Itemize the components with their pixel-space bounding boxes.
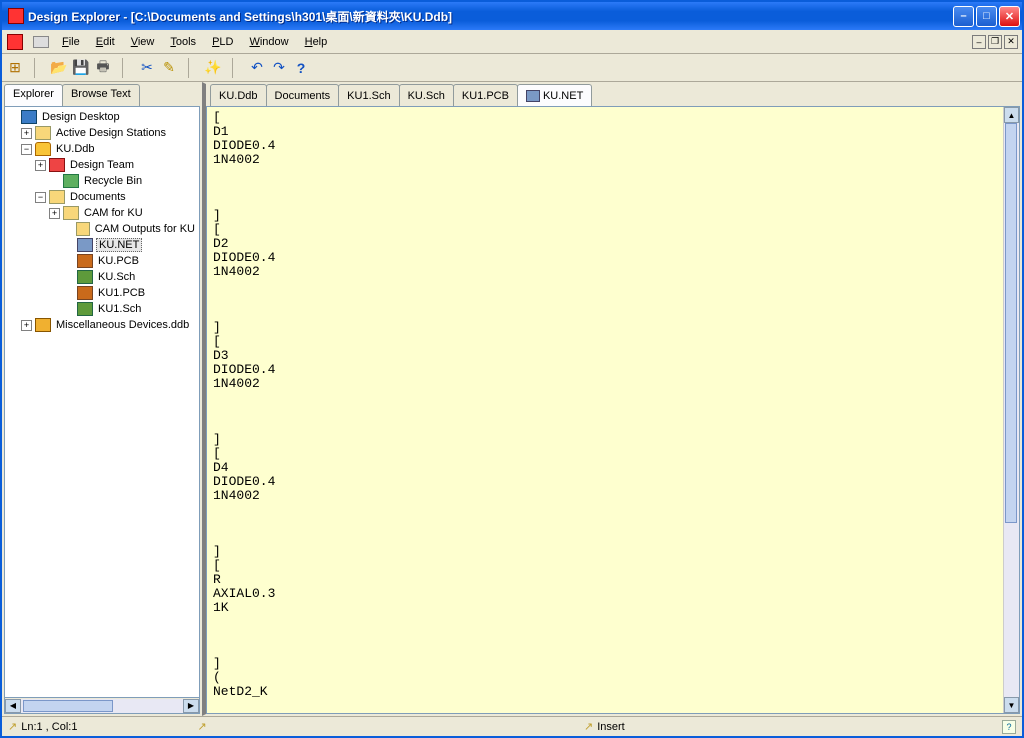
app-icon xyxy=(8,8,24,24)
tree-view[interactable]: Design Desktop + Active Design Stations −… xyxy=(4,106,200,698)
tab-browse-text[interactable]: Browse Text xyxy=(62,84,140,106)
status-cursor-icon: ↗ xyxy=(8,720,17,733)
tree-design-team[interactable]: Design Team xyxy=(68,159,136,171)
tree-hscrollbar[interactable]: ◀ ▶ xyxy=(4,698,200,714)
tree-ku-net[interactable]: KU.NET xyxy=(96,238,142,252)
print-icon[interactable]: 🖶 xyxy=(94,59,112,77)
tree-ku-ddb[interactable]: KU.Ddb xyxy=(54,143,97,155)
status-insert-mode: Insert xyxy=(597,721,625,733)
mdi-restore[interactable]: ❐ xyxy=(988,35,1002,49)
statusbar: ↗ Ln:1 , Col:1 ↗ ↗ Insert ? xyxy=(2,716,1022,736)
maximize-button[interactable]: □ xyxy=(976,6,997,27)
scroll-right-icon[interactable]: ▶ xyxy=(183,699,199,713)
titlebar: Design Explorer - [C:\Documents and Sett… xyxy=(2,2,1022,30)
expand-icon[interactable]: + xyxy=(21,320,32,331)
editor-content[interactable]: [ D1 DIODE0.4 1N4002 ] [ D2 DIODE0.4 1N4… xyxy=(207,107,1003,713)
status-help-icon[interactable]: ? xyxy=(1002,720,1016,734)
tree-documents[interactable]: Documents xyxy=(68,191,128,203)
explorer-pane: Explorer Browse Text Design Desktop + Act… xyxy=(2,82,202,716)
scroll-down-icon[interactable]: ▼ xyxy=(1004,697,1019,713)
text-editor[interactable]: [ D1 DIODE0.4 1N4002 ] [ D2 DIODE0.4 1N4… xyxy=(206,106,1020,714)
menu-app-icon[interactable] xyxy=(6,33,24,51)
help-icon[interactable]: ? xyxy=(292,59,310,77)
status-insert-icon: ↗ xyxy=(584,720,593,733)
expand-icon[interactable]: + xyxy=(49,208,60,219)
tree-cam-for-ku[interactable]: CAM for KU xyxy=(82,207,145,219)
toolbar: ⊞ 📂 💾 🖶 ✂ ✎ ✨ ↶ ↷ ? xyxy=(2,54,1022,82)
doctab-ku1-pcb[interactable]: KU1.PCB xyxy=(453,84,518,106)
open-icon[interactable]: 📂 xyxy=(50,59,68,77)
editor-vscrollbar[interactable]: ▲ ▼ xyxy=(1003,107,1019,713)
menu-pld[interactable]: PLD xyxy=(208,34,237,50)
save-icon[interactable]: 💾 xyxy=(72,59,90,77)
collapse-icon[interactable]: − xyxy=(21,144,32,155)
document-pane: KU.Ddb Documents KU1.Sch KU.Sch KU1.PCB … xyxy=(202,82,1022,716)
expand-icon[interactable]: + xyxy=(21,128,32,139)
tree-design-desktop[interactable]: Design Desktop xyxy=(40,111,122,123)
menu-file[interactable]: File xyxy=(58,34,84,50)
doctab-ku-net[interactable]: KU.NET xyxy=(517,84,592,106)
tree-ku1-pcb[interactable]: KU1.PCB xyxy=(96,287,147,299)
scroll-thumb[interactable] xyxy=(23,700,113,712)
undo-icon[interactable]: ↶ xyxy=(248,59,266,77)
cut-icon[interactable]: ✂ xyxy=(138,59,156,77)
net-file-icon xyxy=(526,90,540,102)
menubar: File Edit View Tools PLD Window Help – ❐… xyxy=(2,30,1022,54)
menu-edit[interactable]: Edit xyxy=(92,34,119,50)
status-arrow-icon: ↗ xyxy=(197,720,206,733)
status-position: Ln:1 , Col:1 xyxy=(21,721,77,733)
menu-window[interactable]: Window xyxy=(245,34,292,50)
expand-icon[interactable]: + xyxy=(35,160,46,171)
wand-icon[interactable]: ✨ xyxy=(204,59,222,77)
doctab-ku-sch[interactable]: KU.Sch xyxy=(399,84,454,106)
menu-tools[interactable]: Tools xyxy=(166,34,200,50)
tree-recycle-bin[interactable]: Recycle Bin xyxy=(82,175,144,187)
menu-book-icon[interactable] xyxy=(32,33,50,51)
tab-explorer[interactable]: Explorer xyxy=(4,84,63,106)
tree-misc-devices[interactable]: Miscellaneous Devices.ddb xyxy=(54,319,191,331)
doctab-documents[interactable]: Documents xyxy=(266,84,340,106)
collapse-icon[interactable]: − xyxy=(35,192,46,203)
minimize-button[interactable]: – xyxy=(953,6,974,27)
mdi-close[interactable]: ✕ xyxy=(1004,35,1018,49)
scroll-up-icon[interactable]: ▲ xyxy=(1004,107,1019,123)
pencil-icon[interactable]: ✎ xyxy=(160,59,178,77)
doctab-ku-ddb[interactable]: KU.Ddb xyxy=(210,84,267,106)
mdi-minimize[interactable]: – xyxy=(972,35,986,49)
tree-cam-outputs[interactable]: CAM Outputs for KU xyxy=(93,223,197,235)
redo-icon[interactable]: ↷ xyxy=(270,59,288,77)
tree-active-stations[interactable]: Active Design Stations xyxy=(54,127,168,139)
tree-ku1-sch[interactable]: KU1.Sch xyxy=(96,303,143,315)
scroll-left-icon[interactable]: ◀ xyxy=(5,699,21,713)
tree-ku-pcb[interactable]: KU.PCB xyxy=(96,255,141,267)
doctab-ku1-sch[interactable]: KU1.Sch xyxy=(338,84,399,106)
tree-ku-sch[interactable]: KU.Sch xyxy=(96,271,137,283)
scroll-thumb[interactable] xyxy=(1005,123,1017,523)
tree-icon[interactable]: ⊞ xyxy=(6,59,24,77)
window-title: Design Explorer - [C:\Documents and Sett… xyxy=(28,8,953,25)
menu-view[interactable]: View xyxy=(127,34,159,50)
close-button[interactable]: ✕ xyxy=(999,6,1020,27)
menu-help[interactable]: Help xyxy=(301,34,332,50)
